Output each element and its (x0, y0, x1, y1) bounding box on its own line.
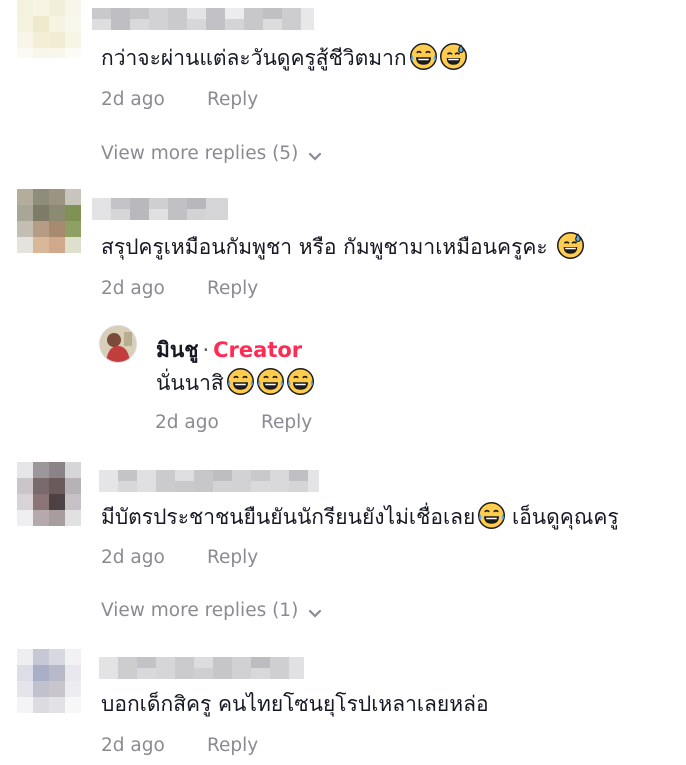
view-more-replies-button[interactable]: View more replies (1) (101, 599, 322, 623)
username-blurred[interactable] (99, 657, 304, 679)
view-more-replies-button[interactable]: View more replies (5) (101, 142, 322, 166)
tears-of-joy-emoji (226, 368, 254, 395)
comment-text-content: บอกเด็กสิครู คนไทยโซนยุโรปเหลาเลยหล่อ (101, 692, 489, 716)
username-blurred[interactable] (92, 8, 314, 30)
tears-of-joy-emoji (286, 368, 314, 395)
creator-avatar[interactable] (99, 325, 137, 363)
creator-badge: Creator (213, 338, 303, 362)
reply-text-content: นั่นนาสิ (156, 371, 224, 395)
sweat-smile-emoji (439, 43, 467, 70)
username-blurred[interactable] (92, 198, 228, 220)
comment-text: กว่าจะผ่านแต่ละวันดูครูสู้ชีวิตมาก (101, 43, 467, 72)
sweat-smile-emoji (557, 232, 585, 259)
comment-text: สรุปครูเหมือนกัมพูชา หรือ กัมพูชามาเหมือ… (101, 232, 585, 261)
reply-button[interactable]: Reply (207, 89, 258, 110)
comment-meta: 2d ago Reply (101, 277, 258, 301)
view-more-replies-label: View more replies (5) (101, 143, 299, 164)
avatar-image (100, 326, 136, 362)
view-more-replies-label: View more replies (1) (101, 600, 299, 621)
separator-dot: · (202, 338, 210, 362)
comment-meta: 2d ago Reply (101, 88, 258, 112)
username-blurred[interactable] (99, 470, 319, 492)
comment-text-content: กว่าจะผ่านแต่ละวันดูครูสู้ชีวิตมาก (101, 46, 407, 70)
reply-time: 2d ago (155, 412, 219, 433)
creator-reply-text: นั่นนาสิ (156, 368, 314, 397)
creator-name-row: มินชู · Creator (156, 337, 302, 363)
comment-time: 2d ago (101, 278, 165, 299)
comment-text: บอกเด็กสิครู คนไทยโซนยุโรปเหลาเลยหล่อ (101, 690, 489, 718)
tears-of-joy-emoji (409, 43, 437, 70)
reply-button[interactable]: Reply (207, 547, 258, 568)
tears-of-joy-emoji (256, 368, 284, 395)
comment-time: 2d ago (101, 735, 165, 756)
avatar-blurred[interactable] (17, 0, 81, 58)
comment-time: 2d ago (101, 89, 165, 110)
chevron-down-icon (309, 152, 322, 161)
avatar-blurred[interactable] (17, 649, 81, 713)
comment-text-suffix: เอ็นดูคุณครู (512, 505, 619, 529)
avatar-blurred[interactable] (17, 189, 81, 253)
avatar-blurred[interactable] (17, 462, 81, 526)
creator-reply-meta: 2d ago Reply (155, 411, 312, 435)
creator-username[interactable]: มินชู (156, 338, 198, 362)
reply-button[interactable]: Reply (207, 278, 258, 299)
tears-of-joy-emoji (478, 502, 506, 529)
comment-meta: 2d ago Reply (101, 734, 258, 758)
comment-time: 2d ago (101, 547, 165, 568)
comment-meta: 2d ago Reply (101, 546, 258, 570)
chevron-down-icon (309, 609, 322, 618)
reply-button[interactable]: Reply (261, 412, 312, 433)
comment-text-content: สรุปครูเหมือนกัมพูชา หรือ กัมพูชามาเหมือ… (101, 235, 548, 259)
reply-button[interactable]: Reply (207, 735, 258, 756)
comment-text-content: มีบัตรประชาชนยืนยันนักรียนยังไม่เชื่อเลย (101, 505, 476, 529)
comment-text: มีบัตรประชาชนยืนยันนักรียนยังไม่เชื่อเลย… (101, 502, 619, 531)
